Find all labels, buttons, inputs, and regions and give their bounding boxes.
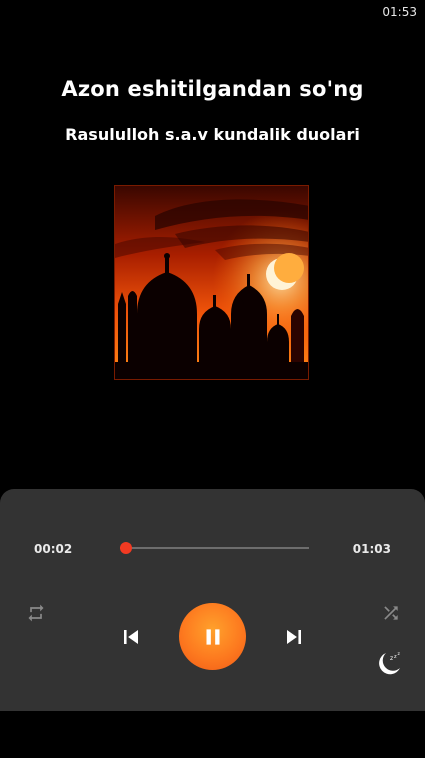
total-time: 01:03 <box>352 542 391 556</box>
player-controls-panel: 00:02 01:03 z z z <box>0 489 425 711</box>
status-bar-time: 01:53 <box>382 5 417 19</box>
track-subtitle: Rasululloh s.a.v kundalik duolari <box>65 125 360 144</box>
seek-bar[interactable] <box>120 542 309 554</box>
sleep-timer-icon: z z z <box>379 652 401 675</box>
pause-icon <box>206 628 219 645</box>
album-cover <box>114 185 309 380</box>
play-pause-button[interactable] <box>179 603 246 670</box>
seek-bar-thumb[interactable] <box>120 542 133 554</box>
sleep-timer-button[interactable]: z z z <box>375 649 403 677</box>
repeat-icon <box>28 604 44 622</box>
mosque-sunset-artwork <box>115 186 308 379</box>
previous-button[interactable] <box>117 623 145 651</box>
track-title: Azon eshitilgandan so'ng <box>61 77 364 101</box>
repeat-button[interactable] <box>25 602 47 624</box>
skip-previous-icon <box>124 630 138 644</box>
skip-next-icon <box>287 630 301 644</box>
svg-text:z: z <box>398 652 401 657</box>
shuffle-icon <box>384 606 398 620</box>
shuffle-button[interactable] <box>380 602 402 624</box>
next-button[interactable] <box>280 623 308 651</box>
current-time: 00:02 <box>34 542 73 556</box>
svg-text:z: z <box>390 655 393 662</box>
music-player-screen: 01:53 Azon eshitilgandan so'ng Rasulullo… <box>0 0 425 758</box>
